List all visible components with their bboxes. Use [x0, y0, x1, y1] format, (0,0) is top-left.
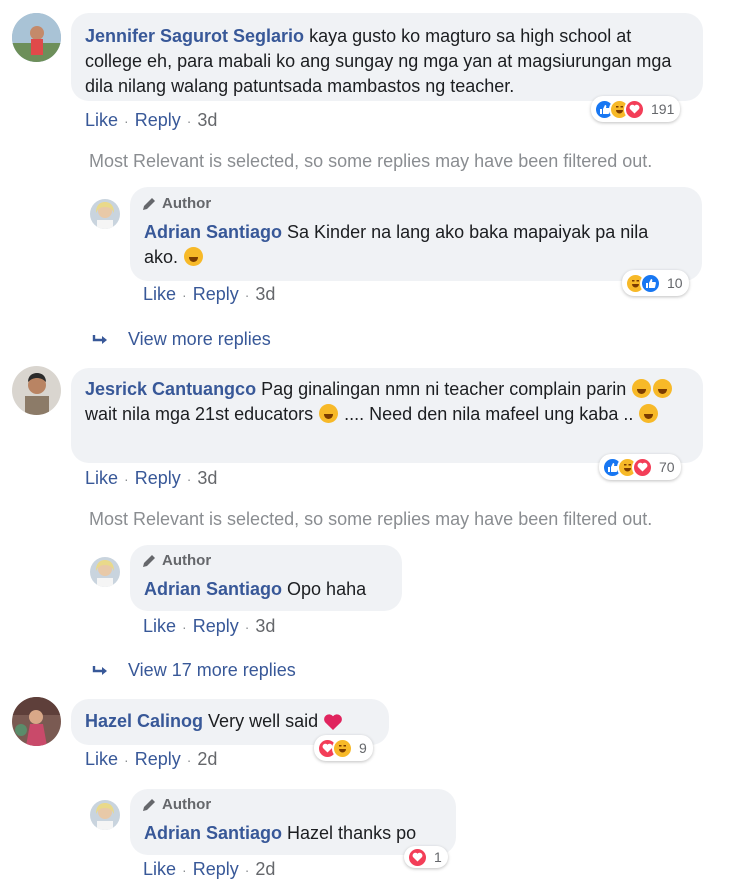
reply-link[interactable]: Reply [135, 749, 181, 770]
like-link[interactable]: Like [85, 468, 118, 489]
avatar[interactable] [90, 800, 120, 830]
laughing-emoji [184, 247, 204, 266]
author-badge: Author [141, 194, 211, 214]
reply-bubble: Author Adrian Santiago Sa Kinder na lang… [130, 187, 702, 281]
love-icon [407, 846, 428, 868]
smiling-emoji [653, 379, 673, 398]
reaction-count: 70 [659, 459, 675, 475]
reply-link[interactable]: Reply [135, 110, 181, 131]
separator-dot: · [182, 618, 187, 635]
view-more-replies-link[interactable]: View more replies [92, 329, 271, 350]
reply-link[interactable]: Reply [193, 616, 239, 637]
separator-dot: · [186, 470, 192, 487]
reply-text: Opo haha [287, 579, 367, 599]
timestamp[interactable]: 3d [255, 616, 275, 637]
pencil-icon [143, 198, 155, 210]
reply-author-name[interactable]: Adrian Santiago [144, 222, 282, 242]
separator-dot: · [124, 112, 129, 129]
separator-dot: · [124, 470, 129, 487]
reaction-summary[interactable]: 9 [314, 735, 373, 761]
filter-notice: Most Relevant is selected, so some repli… [89, 509, 653, 529]
reaction-count: 191 [651, 101, 675, 117]
timestamp[interactable]: 2d [197, 749, 217, 770]
reply-link[interactable]: Reply [193, 859, 239, 880]
comment-text: wait nila mga 21st educators [85, 404, 314, 424]
avatar[interactable] [90, 199, 120, 229]
author-badge: Author [141, 795, 211, 815]
comment-author-name[interactable]: Jesrick Cantuangco [85, 379, 256, 399]
separator-dot: · [244, 861, 250, 878]
timestamp[interactable]: 3d [255, 284, 275, 305]
reaction-summary[interactable]: 70 [599, 454, 681, 480]
love-icon [624, 98, 645, 120]
reply-arrow-icon [92, 665, 107, 675]
reaction-count: 1 [434, 849, 442, 865]
reply-author-name[interactable]: Adrian Santiago [144, 579, 282, 599]
avatar[interactable] [12, 366, 61, 415]
comment-text: .... Need den nila mafeel ung kaba .. [344, 404, 634, 424]
avatar[interactable] [90, 557, 120, 587]
like-icon [640, 272, 661, 294]
rofl-emoji [639, 404, 659, 423]
separator-dot: · [186, 112, 192, 129]
reaction-summary[interactable]: 10 [622, 270, 689, 296]
haha-icon [332, 737, 353, 759]
laughing-emoji [632, 379, 652, 398]
comment-author-name[interactable]: Hazel Calinog [85, 711, 203, 731]
like-link[interactable]: Like [143, 616, 176, 637]
reply-link[interactable]: Reply [193, 284, 239, 305]
separator-dot: · [124, 751, 129, 768]
sweat-smile-emoji [319, 404, 339, 423]
reply-bubble: Author Adrian Santiago Opo haha [130, 545, 402, 611]
reply-link[interactable]: Reply [135, 468, 181, 489]
heart-emoji [324, 714, 343, 730]
filter-notice: Most Relevant is selected, so some repli… [89, 151, 653, 171]
separator-dot: · [244, 618, 250, 635]
reply-text: Hazel thanks po [287, 823, 417, 843]
love-icon [632, 456, 653, 478]
like-link[interactable]: Like [85, 110, 118, 131]
comment-bubble: Jennifer Sagurot Seglario kaya gusto ko … [71, 13, 703, 101]
timestamp[interactable]: 3d [197, 110, 217, 131]
comment-text: Very well said [208, 711, 319, 731]
separator-dot: · [182, 286, 187, 303]
avatar[interactable] [12, 13, 61, 62]
avatar[interactable] [12, 697, 61, 746]
reply-author-name[interactable]: Adrian Santiago [144, 823, 282, 843]
view-more-replies-link[interactable]: View 17 more replies [92, 660, 296, 681]
like-link[interactable]: Like [143, 859, 176, 880]
comment-text: Pag ginalingan nmn ni teacher complain p… [261, 379, 627, 399]
pencil-icon [143, 555, 155, 567]
comment-bubble: Jesrick Cantuangco Pag ginalingan nmn ni… [71, 368, 703, 463]
reaction-count: 10 [667, 275, 683, 291]
reaction-summary[interactable]: 191 [591, 96, 681, 122]
author-badge: Author [141, 551, 211, 571]
pencil-icon [143, 799, 155, 811]
comment-author-name[interactable]: Jennifer Sagurot Seglario [85, 26, 304, 46]
reply-arrow-icon [92, 334, 107, 344]
like-link[interactable]: Like [143, 284, 176, 305]
like-link[interactable]: Like [85, 749, 118, 770]
reply-bubble: Author Adrian Santiago Hazel thanks po [130, 789, 456, 855]
separator-dot: · [182, 861, 187, 878]
timestamp[interactable]: 3d [197, 468, 217, 489]
separator-dot: · [244, 286, 250, 303]
separator-dot: · [186, 751, 192, 768]
reaction-summary[interactable]: 1 [404, 846, 448, 868]
reaction-count: 9 [359, 740, 367, 756]
timestamp[interactable]: 2d [255, 859, 275, 880]
